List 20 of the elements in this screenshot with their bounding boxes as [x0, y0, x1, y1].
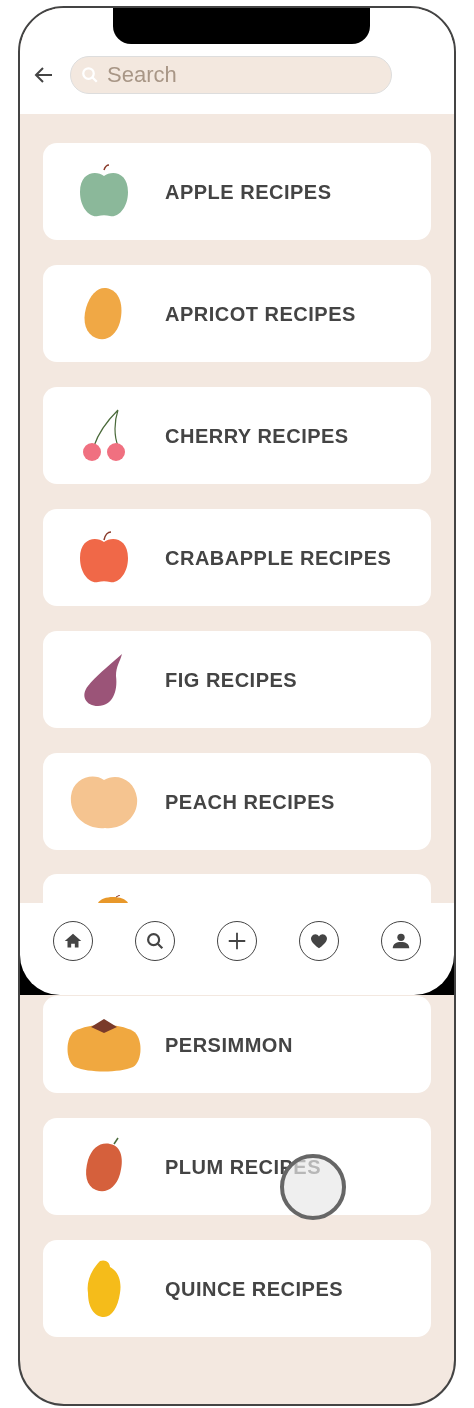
fruit-icon: [65, 1016, 143, 1073]
search-field[interactable]: Search: [70, 56, 392, 94]
recipe-card[interactable]: CRABAPPLE RECIPES: [43, 509, 431, 606]
recipe-title: PERSIMMON: [165, 1032, 293, 1058]
recipe-title: APRICOT RECIPES: [165, 301, 356, 327]
recipe-title: CHERRY RECIPES: [165, 423, 349, 449]
recipe-card[interactable]: FIG RECIPES: [43, 631, 431, 728]
recipe-card[interactable]: QUINCE RECIPES: [43, 1240, 431, 1337]
recipe-card[interactable]: PERSIMMON: [43, 996, 431, 1093]
recipe-card[interactable]: CHERRY RECIPES: [43, 387, 431, 484]
recipe-title: QUINCE RECIPES: [165, 1276, 344, 1302]
recipe-title: APPLE RECIPES: [165, 179, 332, 205]
recipe-card[interactable]: APPLE RECIPES: [43, 143, 431, 240]
search-icon: [81, 66, 99, 84]
recipe-card[interactable]: APRICOT RECIPES: [43, 265, 431, 362]
recipe-card[interactable]: PEACH RECIPES: [43, 753, 431, 850]
recipe-title: CRABAPPLE RECIPES: [165, 545, 392, 571]
recipe-title: FIG RECIPES: [165, 667, 298, 693]
recipe-title: PEACH RECIPES: [165, 789, 335, 815]
fruit-icon: [96, 895, 130, 903]
